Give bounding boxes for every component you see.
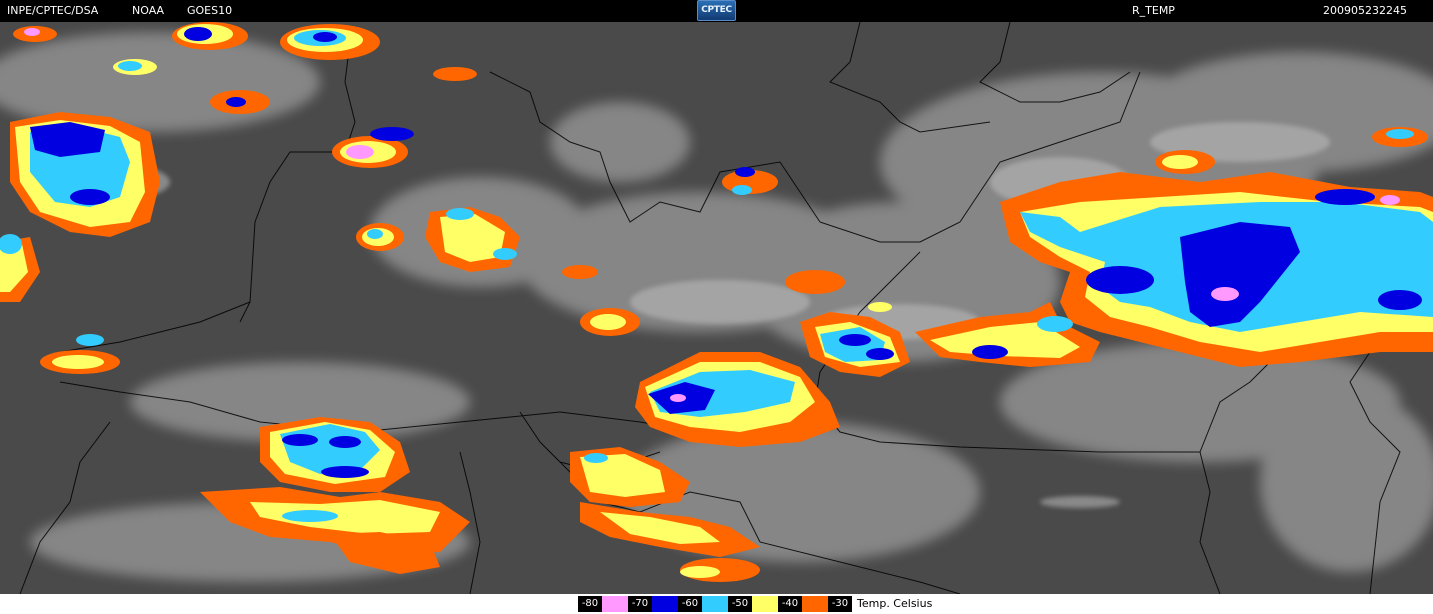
legend-label: -50 [728,596,752,612]
cptec-logo: CPTEC [697,0,736,21]
satellite-org-label: NOAA [132,4,165,17]
satellite-label: GOES10 [187,4,233,17]
legend-label: -70 [628,596,652,612]
legend-label: -30 [828,596,852,612]
agency-label: INPE/CPTEC/DSA [7,4,99,17]
header-bar: INPE/CPTEC/DSA NOAA GOES10 CPTEC R_TEMP … [0,0,1433,22]
legend-label: -80 [578,596,602,612]
legend-swatch [702,596,728,612]
satellite-map-svg [0,22,1433,594]
temperature-legend: -80 -70 -60 -50 -40 -30 Temp. Celsius [0,594,1433,614]
legend-swatch [752,596,778,612]
timestamp-label: 200905232245 [1323,4,1407,17]
legend-swatch [802,596,828,612]
satellite-image [0,22,1433,594]
legend-swatch [652,596,678,612]
legend-swatch [602,596,628,612]
legend-row: -80 -70 -60 -50 -40 -30 Temp. Celsius [578,596,932,612]
product-label: R_TEMP [1132,4,1175,17]
legend-label: -60 [678,596,702,612]
legend-title: Temp. Celsius [857,597,933,610]
legend-label: -40 [778,596,802,612]
